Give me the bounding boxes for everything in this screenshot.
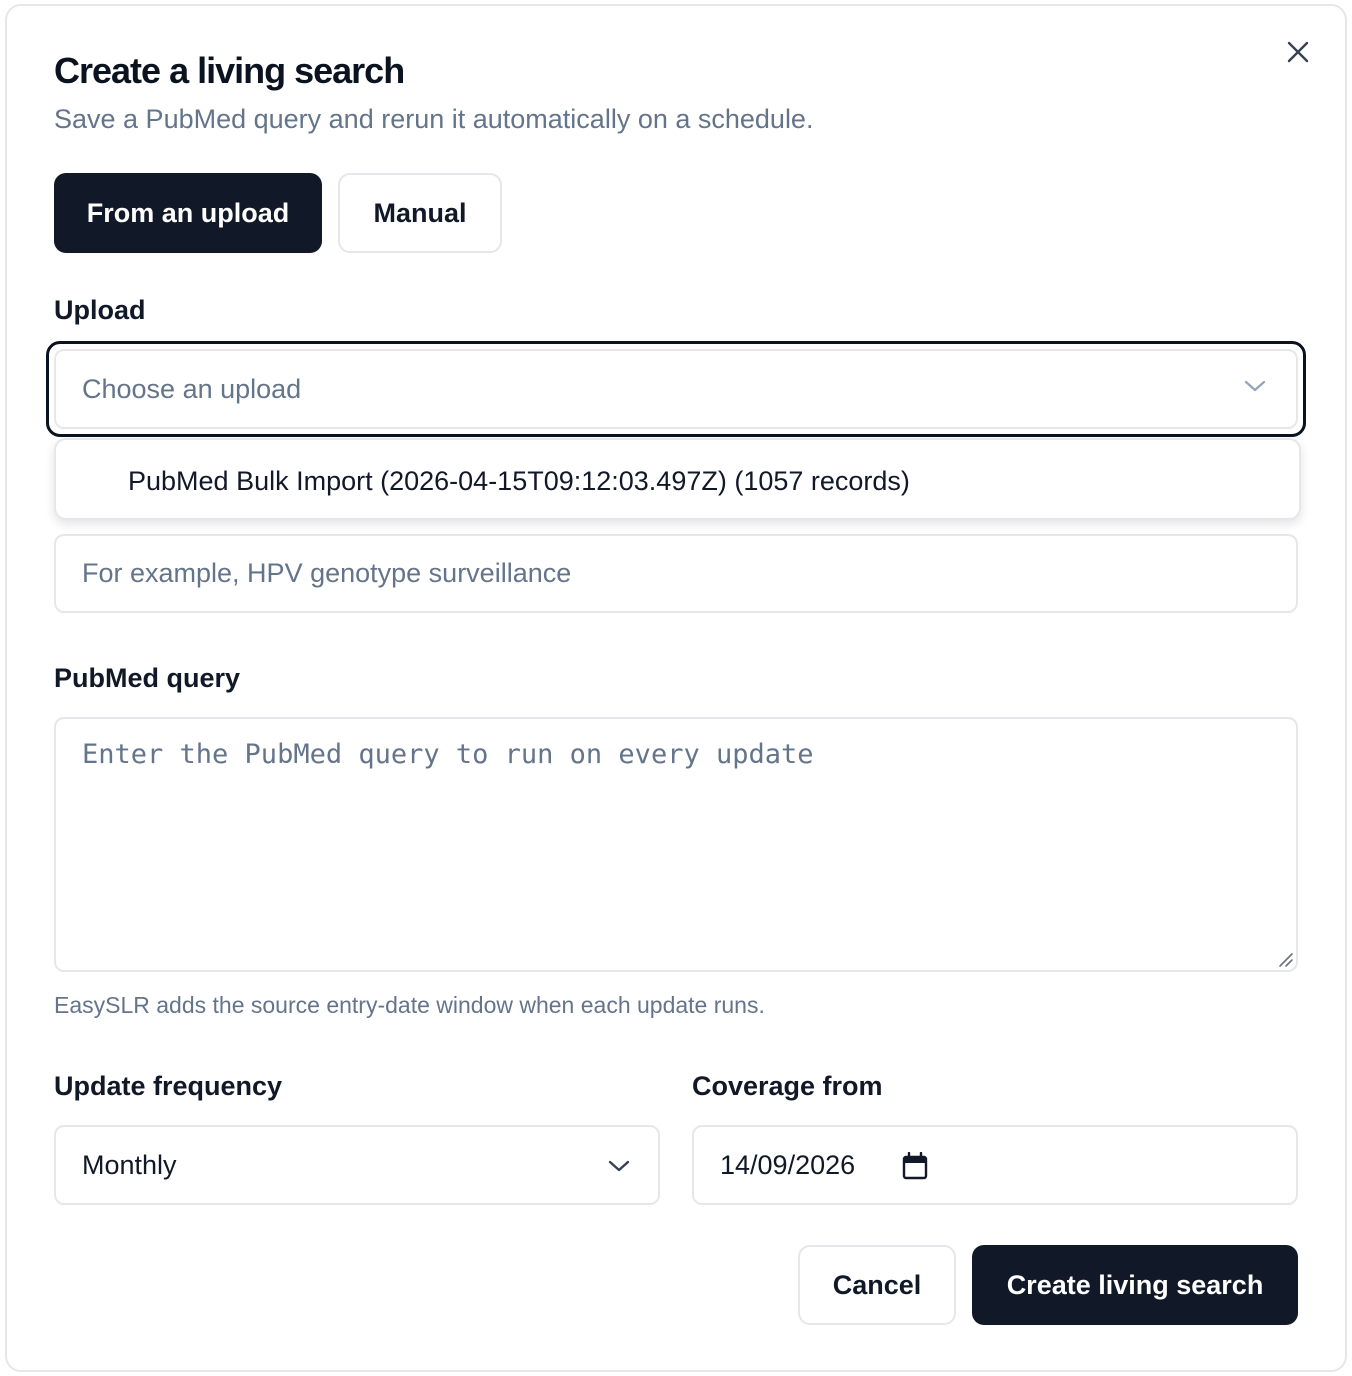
chevron-down-icon xyxy=(608,1159,630,1173)
tab-manual[interactable]: Manual xyxy=(338,173,502,253)
pubmed-query-textarea[interactable]: Enter the PubMed query to run on every u… xyxy=(54,717,1298,972)
coverage-label: Coverage from xyxy=(692,1071,883,1101)
chevron-down-icon xyxy=(1244,379,1266,393)
query-label: PubMed query xyxy=(54,663,241,693)
upload-select-placeholder: Choose an upload xyxy=(82,373,302,404)
upload-option[interactable]: PubMed Bulk Import (2026-04-15T09:12:03.… xyxy=(128,440,910,522)
upload-label: Upload xyxy=(54,295,146,325)
close-icon xyxy=(1287,41,1309,63)
pubmed-query-placeholder: Enter the PubMed query to run on every u… xyxy=(82,739,814,770)
frequency-value: Monthly xyxy=(82,1149,177,1180)
frequency-label: Update frequency xyxy=(54,1071,283,1101)
search-name-input[interactable]: For example, HPV genotype surveillance xyxy=(54,534,1298,613)
tab-from-upload[interactable]: From an upload xyxy=(54,173,322,253)
create-living-search-button[interactable]: Create living search xyxy=(972,1245,1298,1325)
calendar-icon[interactable] xyxy=(902,1152,928,1180)
upload-select[interactable]: Choose an upload xyxy=(54,349,1298,429)
dialog-title: Create a living search xyxy=(54,50,405,91)
query-hint: EasySLR adds the source entry-date windo… xyxy=(54,992,765,1018)
upload-dropdown-menu: PubMed Bulk Import (2026-04-15T09:12:03.… xyxy=(54,438,1301,520)
frequency-select[interactable]: Monthly xyxy=(54,1125,660,1205)
coverage-date-value: 14/09/2026 xyxy=(720,1149,856,1180)
dialog-subtitle: Save a PubMed query and rerun it automat… xyxy=(54,104,814,134)
resize-handle-icon[interactable] xyxy=(1276,950,1294,968)
search-name-placeholder: For example, HPV genotype surveillance xyxy=(82,558,572,588)
close-button[interactable] xyxy=(1284,38,1312,66)
coverage-date-input[interactable]: 14/09/2026 xyxy=(692,1125,1298,1205)
cancel-button[interactable]: Cancel xyxy=(798,1245,956,1325)
